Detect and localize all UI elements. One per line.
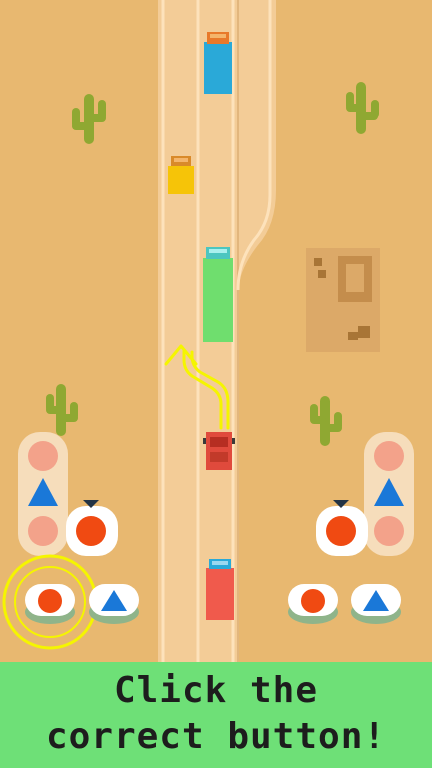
circle-icon xyxy=(38,589,62,613)
active-circle-icon xyxy=(326,516,356,546)
queue-circle-icon xyxy=(28,441,58,471)
active-circle-icon xyxy=(76,516,106,546)
game-scene xyxy=(0,0,432,768)
instruction-line-1: Click the xyxy=(113,670,319,711)
red-truck xyxy=(206,559,234,620)
blue-truck xyxy=(204,32,232,94)
green-truck xyxy=(203,247,233,342)
building-icon xyxy=(306,248,380,352)
left-circle-button[interactable] xyxy=(25,584,75,624)
queue-circle-icon xyxy=(28,516,58,546)
queue-circle-icon xyxy=(374,441,404,471)
instruction-line-2: correct button! xyxy=(45,716,387,757)
left-triangle-button[interactable] xyxy=(89,584,139,624)
yellow-car xyxy=(168,156,194,194)
right-triangle-button[interactable] xyxy=(351,584,401,624)
queue-circle-icon xyxy=(374,516,404,546)
player-red-car xyxy=(203,432,235,470)
circle-icon xyxy=(301,589,325,613)
right-circle-button[interactable] xyxy=(288,584,338,624)
